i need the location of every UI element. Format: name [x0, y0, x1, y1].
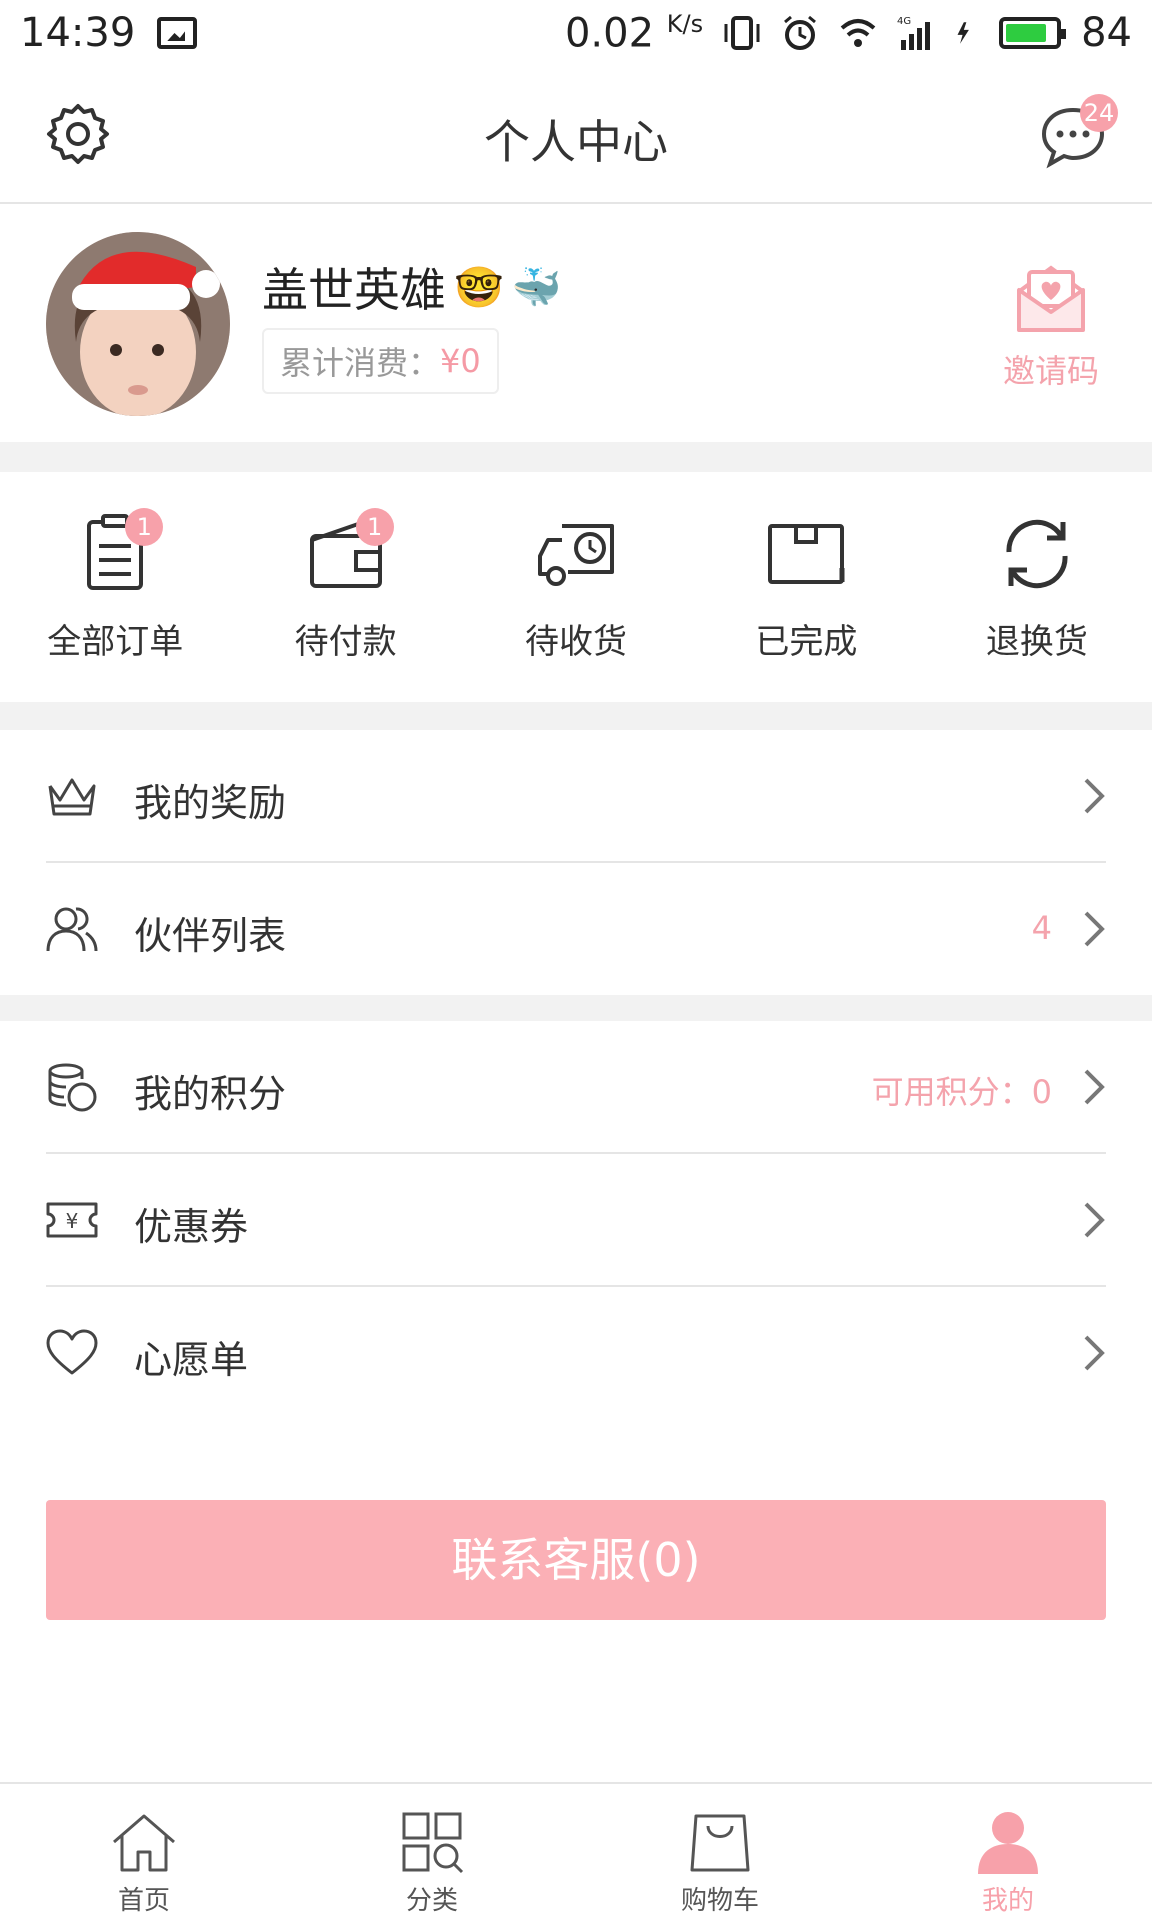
category-icon — [402, 1812, 464, 1874]
chevron-right-icon — [1084, 1335, 1105, 1371]
network-speed-unit: K/s — [666, 9, 704, 38]
crown-icon — [48, 778, 96, 816]
app-header: 个人中心 24 — [0, 66, 1152, 204]
contact-service-button[interactable]: 联系客服(0) — [46, 1500, 1106, 1620]
menu-partners-label: 伙伴列表 — [134, 914, 287, 958]
status-right: 0.02 K/s 4G 84 — [565, 10, 1132, 56]
menu-points[interactable]: 我的积分 可用积分：0 — [0, 1021, 1152, 1153]
box-icon — [768, 524, 845, 584]
order-pending-payment-badge: 1 — [355, 508, 394, 546]
menu-wishlist-label: 心愿单 — [134, 1338, 249, 1382]
bottom-tab-bar: 首页 分类 购物车 我的 — [0, 1782, 1152, 1920]
order-pending-delivery-label: 待收货 — [525, 622, 628, 662]
menu-partners[interactable]: 伙伴列表 4 — [0, 863, 1152, 995]
order-pending-delivery[interactable]: 待收货 — [461, 472, 691, 702]
charging-icon — [957, 22, 969, 44]
order-returns[interactable]: 退换货 — [922, 472, 1152, 702]
tab-cart-label: 购物车 — [680, 1886, 759, 1916]
nerd-face-emoji: 🤓 — [454, 264, 504, 311]
menu-rewards[interactable]: 我的奖励 — [0, 730, 1152, 862]
order-returns-label: 退换货 — [985, 622, 1088, 662]
shopping-bag-icon — [690, 1814, 750, 1872]
network-speed: 0.02 K/s — [565, 10, 703, 56]
tab-mine-label: 我的 — [981, 1886, 1034, 1916]
order-pending-payment-label: 待付款 — [294, 622, 397, 662]
tab-cart[interactable]: 购物车 — [576, 1784, 864, 1920]
profile-section: 盖世英雄 🤓 🐳 累计消费： ¥0 邀请码 — [0, 206, 1152, 442]
svg-text:¥: ¥ — [66, 1209, 79, 1233]
message-count-badge: 24 — [1080, 94, 1118, 132]
tab-category-label: 分类 — [405, 1886, 458, 1916]
battery-icon — [999, 16, 1067, 49]
total-spend-box: 累计消费： ¥0 — [262, 328, 499, 394]
section-gap — [0, 995, 1152, 1021]
invite-code-button[interactable]: 邀请码 — [996, 260, 1106, 392]
signal-4g-icon: 4G — [897, 16, 931, 50]
spend-label: 累计消费： — [280, 344, 441, 382]
avatar-image — [46, 232, 230, 416]
order-pending-payment[interactable]: 1 待付款 — [230, 472, 460, 702]
refresh-icon — [1006, 519, 1068, 589]
status-time: 14:39 — [20, 10, 136, 56]
tab-category[interactable]: 分类 — [288, 1784, 576, 1920]
battery-percent: 84 — [1081, 9, 1132, 56]
page-title: 个人中心 — [484, 115, 668, 169]
tab-home[interactable]: 首页 — [0, 1784, 288, 1920]
section-gap — [0, 702, 1152, 730]
envelope-heart-icon — [1017, 265, 1085, 332]
tab-mine[interactable]: 我的 — [864, 1784, 1152, 1920]
image-notification-icon — [157, 17, 198, 49]
section-gap — [0, 442, 1152, 472]
partners-count: 4 — [1031, 909, 1052, 947]
username-text: 盖世英雄 — [262, 263, 446, 317]
delivery-truck-icon — [538, 524, 615, 586]
order-all[interactable]: 1 全部订单 — [0, 472, 230, 702]
order-completed[interactable]: 已完成 — [691, 472, 921, 702]
heart-icon — [46, 1329, 98, 1375]
chevron-right-icon — [1084, 911, 1105, 947]
spend-amount: ¥0 — [440, 342, 481, 380]
person-icon — [978, 1812, 1038, 1874]
coupon-icon: ¥ — [46, 1202, 98, 1238]
vibrate-icon — [724, 15, 760, 50]
menu-wishlist[interactable]: 心愿单 — [0, 1287, 1152, 1419]
order-all-badge: 1 — [125, 508, 164, 546]
wifi-icon — [840, 18, 876, 47]
menu-coupons[interactable]: ¥ 优惠券 — [0, 1154, 1152, 1286]
avatar[interactable] — [46, 232, 230, 416]
order-shortcuts: 1 全部订单 1 待付款 待收货 已完成 退换货 — [0, 472, 1152, 702]
menu-points-label: 我的积分 — [134, 1072, 287, 1116]
home-icon — [113, 1814, 175, 1872]
battery-fill — [1006, 23, 1047, 42]
whale-emoji: 🐳 — [511, 264, 562, 311]
network-speed-value: 0.02 — [564, 10, 655, 57]
chevron-right-icon — [1084, 1069, 1105, 1105]
coins-icon — [48, 1063, 97, 1112]
menu-rewards-label: 我的奖励 — [134, 781, 287, 825]
network-type: 4G — [897, 16, 911, 27]
tab-home-label: 首页 — [117, 1886, 170, 1916]
chevron-right-icon — [1084, 1202, 1105, 1238]
users-icon — [46, 907, 98, 952]
menu-coupons-label: 优惠券 — [134, 1205, 249, 1249]
username: 盖世英雄 🤓 🐳 — [262, 254, 562, 320]
status-bar: 14:39 0.02 K/s 4G 84 — [0, 0, 1152, 66]
order-completed-label: 已完成 — [755, 622, 858, 662]
invite-code-label: 邀请码 — [1002, 352, 1099, 390]
chevron-right-icon — [1084, 778, 1105, 814]
order-all-label: 全部订单 — [47, 622, 184, 662]
available-points: 可用积分：0 — [871, 1073, 1052, 1111]
alarm-icon — [784, 15, 817, 50]
